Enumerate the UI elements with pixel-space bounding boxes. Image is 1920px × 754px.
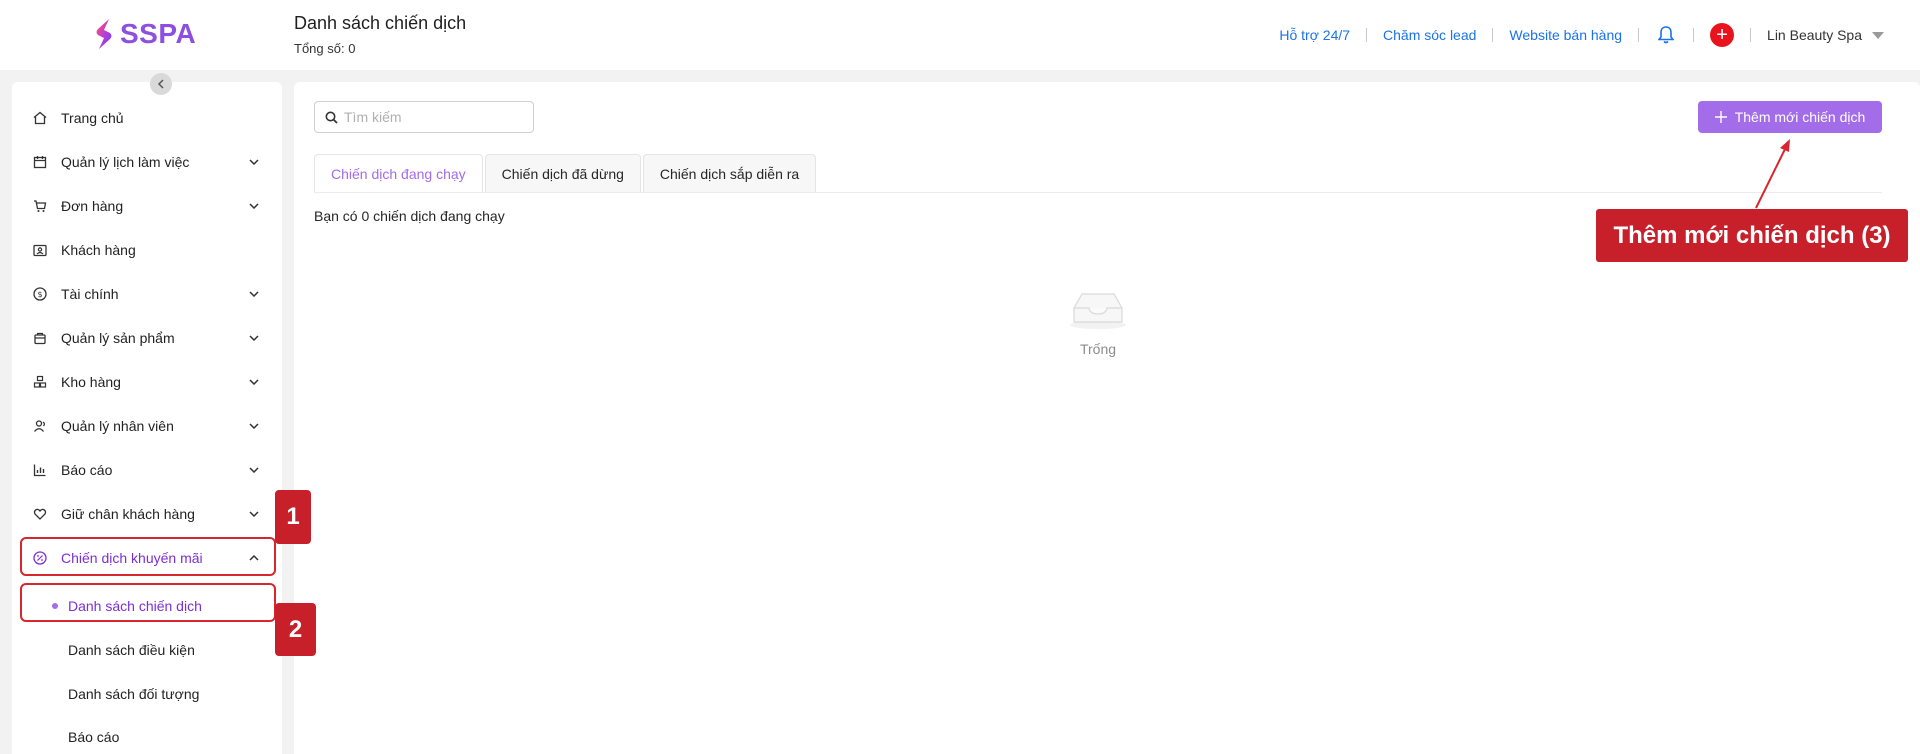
highlight-promotions [20,537,276,576]
sidebar-item-label: Báo cáo [61,462,113,478]
bell-icon[interactable] [1655,24,1677,46]
sidebar-item-orders[interactable]: Đơn hàng [31,188,271,224]
sidebar-item-label: Quản lý nhân viên [61,418,174,434]
step-badge-3: Thêm mới chiến dịch (3) [1596,209,1908,262]
sidebar-item-label: Đơn hàng [61,198,124,214]
sidebar-item-schedule[interactable]: Quản lý lịch làm việc [31,144,271,180]
add-circle-icon[interactable]: + [1710,23,1735,47]
sidebar-item-products[interactable]: Quản lý sản phẩm [31,320,271,356]
campaign-tabs: Chiến dịch đang chạy Chiến dịch đã dừng … [314,154,817,193]
chevron-down-icon [247,199,261,213]
sidebar-item-customers[interactable]: Khách hàng [31,232,271,268]
sidebar-item-warehouse[interactable]: Kho hàng [31,364,271,400]
add-campaign-label: Thêm mới chiến dịch [1734,109,1866,125]
chart-icon [31,461,49,479]
sidebar-item-label: Giữ chân khách hàng [61,506,195,522]
home-icon [31,109,49,127]
caret-down-icon [1872,31,1884,39]
logo-mark-icon [96,19,112,49]
chevron-down-icon [247,419,261,433]
sidebar-item-finance[interactable]: $ Tài chính [31,276,271,312]
sidebar-item-home[interactable]: Trang chủ [31,100,271,136]
sidebar-item-retention[interactable]: Giữ chân khách hàng [31,496,271,532]
support-link[interactable]: Hỗ trợ 24/7 [1279,27,1350,43]
top-header: SSPA Danh sách chiến dịch Tổng số: 0 Hỗ … [0,0,1920,70]
sidebar-item-label: Quản lý sản phẩm [61,330,175,346]
sidebar-item-label: Khách hàng [61,242,136,258]
chevron-down-icon [247,331,261,345]
top-links: Hỗ trợ 24/7 Chăm sóc lead Website bán hà… [1279,22,1884,48]
tab-running[interactable]: Chiến dịch đang chạy [314,154,483,193]
tab-divider [314,192,1882,193]
divider [1492,28,1494,42]
campaign-count-text: Bạn có 0 chiến dịch đang chạy [314,208,505,224]
sidebar-subitem-condition-list[interactable]: Danh sách điều kiện [68,633,195,667]
chevron-down-icon [247,375,261,389]
chevron-left-icon [157,79,164,89]
sidebar-item-label: Quản lý lịch làm việc [61,154,190,170]
warehouse-icon [31,373,49,391]
collapse-sidebar-button[interactable] [150,73,172,95]
user-name: Lin Beauty Spa [1767,27,1862,43]
sidebar-item-staff[interactable]: Quản lý nhân viên [31,408,271,444]
tab-stopped[interactable]: Chiến dịch đã dừng [484,154,641,193]
tab-upcoming[interactable]: Chiến dịch sắp diễn ra [642,154,817,193]
contact-card-icon [31,241,49,259]
step-badge-2: 2 [275,603,316,656]
chevron-down-icon [247,155,261,169]
sales-website-link[interactable]: Website bán hàng [1509,27,1622,43]
staff-icon [31,417,49,435]
svg-text:$: $ [37,290,42,299]
empty-inbox-icon [1070,293,1126,329]
highlight-campaign-list [20,583,276,622]
calendar-icon [31,153,49,171]
divider [1638,28,1640,42]
user-menu[interactable]: Lin Beauty Spa [1767,27,1884,43]
dollar-icon: $ [31,285,49,303]
sidebar-item-label: Kho hàng [61,374,121,390]
divider [1693,28,1695,42]
cart-icon [31,197,49,215]
total-count: Tổng số: 0 [294,41,356,56]
search-box[interactable] [314,101,534,133]
step-badge-1: 1 [275,490,311,544]
sidebar-subitem-report[interactable]: Báo cáo [68,720,119,754]
page-title: Danh sách chiến dịch [294,13,467,33]
sidebar-item-reports[interactable]: Báo cáo [31,452,271,488]
search-icon [325,111,338,124]
plus-icon [1714,111,1727,123]
lead-care-link[interactable]: Chăm sóc lead [1383,27,1476,43]
empty-state: Trống [1068,288,1128,357]
chevron-down-icon [247,507,261,521]
logo[interactable]: SSPA [94,18,196,50]
sidebar-item-label: Tài chính [61,286,119,302]
divider [1750,28,1752,42]
divider [1366,28,1368,42]
chevron-down-icon [247,463,261,477]
sidebar-item-label: Trang chủ [61,110,124,126]
box-icon [31,329,49,347]
heart-icon [31,505,49,523]
empty-label: Trống [1079,341,1117,357]
logo-text: SSPA [120,18,197,49]
add-campaign-button[interactable]: Thêm mới chiến dịch [1698,101,1882,133]
sidebar-subitem-audience-list[interactable]: Danh sách đối tượng [68,677,199,711]
search-input[interactable] [344,109,514,125]
chevron-down-icon [247,287,261,301]
